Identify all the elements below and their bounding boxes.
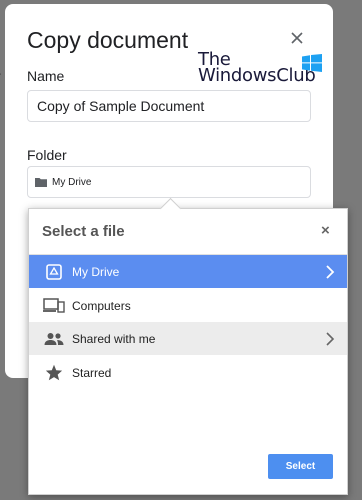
folder-label: Folder	[27, 147, 67, 163]
picker-item-label: My Drive	[72, 264, 120, 279]
background-edge-text: r	[0, 68, 1, 84]
picker-title: Select a file	[42, 223, 125, 240]
windows-logo-icon	[302, 54, 322, 72]
picker-item-my-drive[interactable]: My Drive	[29, 255, 347, 288]
name-label: Name	[27, 68, 65, 84]
picker-item-computers[interactable]: Computers	[29, 289, 347, 322]
picker-item-starred[interactable]: Starred	[29, 356, 347, 389]
picker-item-label: Starred	[72, 365, 112, 380]
chevron-right-icon[interactable]	[325, 264, 335, 279]
folder-field[interactable]: My Drive	[27, 166, 311, 198]
shared-icon	[43, 329, 65, 349]
select-button[interactable]: Select	[268, 454, 333, 479]
select-file-picker: Select a file × My Drive Computers Share…	[28, 197, 348, 495]
name-input[interactable]	[27, 90, 311, 122]
dialog-title: Copy document	[27, 27, 189, 53]
watermark: The WindowsClub	[198, 51, 328, 92]
computers-icon	[43, 296, 65, 316]
close-icon[interactable]	[289, 30, 305, 46]
picker-item-label: Computers	[72, 298, 131, 313]
picker-close-icon[interactable]: ×	[321, 223, 330, 238]
picker-item-shared-with-me[interactable]: Shared with me	[29, 322, 347, 355]
picker-item-label: Shared with me	[72, 331, 156, 346]
chevron-right-icon[interactable]	[325, 331, 335, 346]
drive-icon	[43, 262, 65, 282]
folder-value: My Drive	[52, 176, 92, 188]
star-icon	[43, 363, 65, 383]
folder-icon	[35, 178, 47, 187]
